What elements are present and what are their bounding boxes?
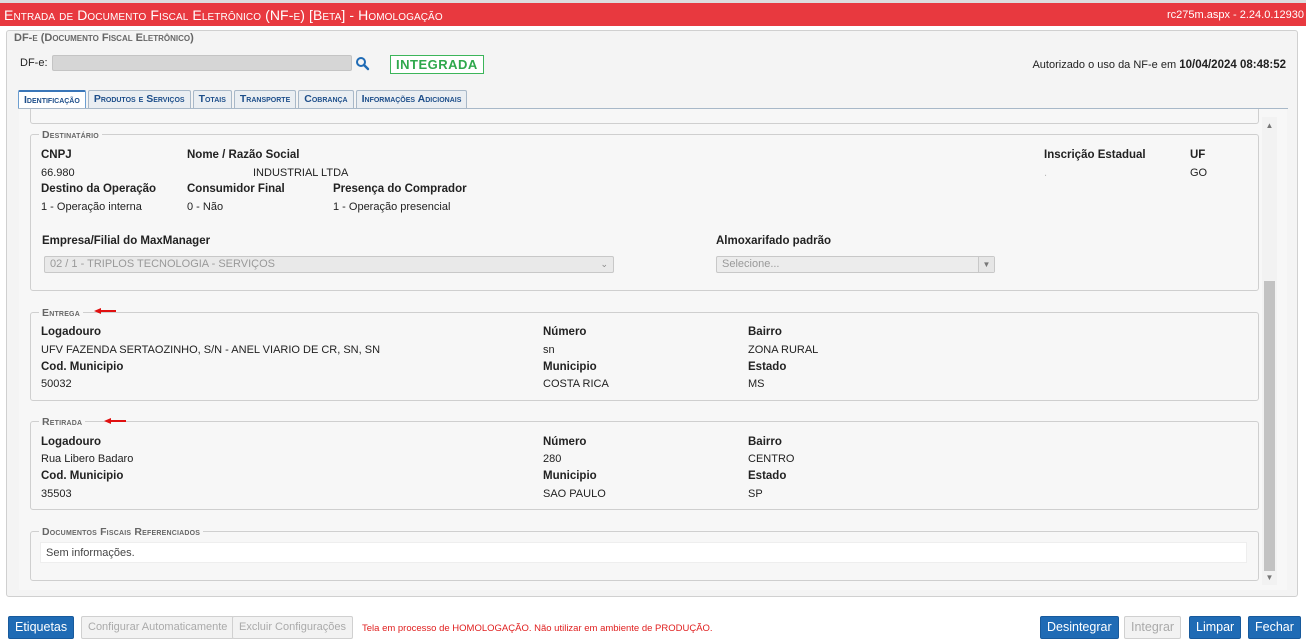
dfe-panel-legend: DF-e (Documento Fiscal Eletrônico)	[12, 32, 196, 44]
retirada-codmun-label: Cod. Municipio	[41, 470, 124, 482]
retirada-numero-value: 280	[543, 453, 562, 465]
dropdown-arrow-icon[interactable]: ▼	[978, 257, 994, 272]
entrega-estado-label: Estado	[748, 361, 787, 373]
presenca-comprador-label: Presença do Comprador	[333, 183, 467, 195]
almoxarifado-label: Almoxarifado padrão	[716, 235, 832, 247]
vertical-scrollbar[interactable]: ▲ ▼	[1262, 117, 1277, 585]
retirada-estado-value: SP	[748, 488, 763, 500]
tab-informacoes-adicionais[interactable]: Informações Adicionais	[355, 90, 468, 108]
inscricao-estadual-value: .	[1044, 167, 1048, 179]
consumidor-final-value: 0 - Não	[187, 201, 224, 213]
retirada-bairro-label: Bairro	[748, 436, 782, 448]
consumidor-final-label: Consumidor Final	[187, 183, 285, 195]
entrega-municipio-value: COSTA RICA	[543, 378, 609, 390]
empresa-filial-value: 02 / 1 - TRIPLOS TECNOLOGIA - SERVIÇOS	[50, 258, 275, 270]
chevron-down-icon: ⌄	[600, 259, 608, 269]
retirada-municipio-value: SAO PAULO	[543, 488, 606, 500]
fechar-button[interactable]: Fechar	[1248, 616, 1301, 639]
inscricao-estadual-label: Inscrição Estadual	[1044, 149, 1146, 161]
almoxarifado-placeholder: Selecione...	[722, 258, 780, 270]
retirada-estado-label: Estado	[748, 470, 787, 482]
dfe-label: DF-e:	[20, 57, 48, 69]
retirada-municipio-label: Municipio	[543, 470, 597, 482]
previous-section-edge	[30, 109, 1259, 124]
scroll-up-icon[interactable]: ▲	[1262, 119, 1277, 133]
desintegrar-button[interactable]: Desintegrar	[1040, 616, 1119, 639]
entrega-bairro-label: Bairro	[748, 326, 782, 338]
retirada-codmun-value: 35503	[41, 488, 72, 500]
tab-totais[interactable]: Totais	[192, 90, 232, 108]
referenciados-box	[40, 542, 1247, 563]
tab-cobranca[interactable]: Cobrança	[298, 90, 354, 108]
authorization-text: Autorizado o uso da NF-e em 10/04/2024 0…	[1032, 59, 1286, 71]
retirada-section	[30, 421, 1259, 510]
integrar-button[interactable]: Integrar	[1124, 616, 1182, 639]
destinatario-legend: Destinatário	[39, 129, 102, 141]
dfe-search-row: DF-e:	[20, 55, 370, 71]
authorization-prefix: Autorizado o uso da NF-e em	[1032, 59, 1180, 71]
entrega-numero-label: Número	[543, 326, 587, 338]
entrega-section	[30, 312, 1259, 401]
window-title: Entrada de Documento Fiscal Eletrônico (…	[4, 6, 443, 23]
tab-bar: Identificação Produtos e Serviços Totais…	[18, 90, 469, 109]
nome-label: Nome / Razão Social	[187, 149, 300, 161]
cnpj-label: CNPJ	[41, 149, 72, 161]
entrega-logradouro-label: Logadouro	[41, 326, 102, 338]
referenciados-empty-note: Sem informações.	[46, 547, 135, 559]
search-icon[interactable]	[354, 55, 370, 71]
configurar-automaticamente-button[interactable]: Configurar Automaticamente	[81, 616, 235, 639]
empresa-filial-select[interactable]: 02 / 1 - TRIPLOS TECNOLOGIA - SERVIÇOS ⌄	[44, 256, 614, 273]
authorization-datetime: 10/04/2024 08:48:52	[1179, 59, 1286, 71]
etiquetas-button[interactable]: Etiquetas	[8, 616, 75, 639]
retirada-bairro-value: CENTRO	[748, 453, 795, 465]
status-badge: INTEGRADA	[390, 55, 484, 74]
destino-operacao-value: 1 - Operação interna	[41, 201, 142, 213]
almoxarifado-select[interactable]: Selecione... ▼	[716, 256, 995, 273]
dfe-input[interactable]	[51, 55, 352, 71]
homologacao-warning: Tela em processo de HOMOLOGAÇÃO. Não uti…	[362, 623, 713, 634]
referenciados-legend: Documentos Fiscais Referenciados	[39, 526, 204, 538]
destino-operacao-label: Destino da Operação	[41, 183, 157, 195]
cnpj-value: 66.980	[41, 167, 75, 179]
retirada-logradouro-value: Rua Libero Badaro	[41, 453, 134, 465]
entrega-bairro-value: ZONA RURAL	[748, 344, 819, 356]
red-arrow-icon	[94, 308, 116, 314]
nome-value: INDUSTRIAL LTDA	[253, 167, 349, 179]
scroll-down-icon[interactable]: ▼	[1262, 571, 1277, 585]
excluir-configuracoes-button[interactable]: Excluir Configurações	[232, 616, 353, 639]
presenca-comprador-value: 1 - Operação presencial	[333, 201, 451, 213]
entrega-codmun-label: Cod. Municipio	[41, 361, 124, 373]
entrega-legend: Entrega	[39, 307, 83, 319]
tab-produtos-servicos[interactable]: Produtos e Serviços	[87, 90, 191, 108]
limpar-button[interactable]: Limpar	[1189, 616, 1242, 639]
retirada-numero-label: Número	[543, 436, 587, 448]
uf-label: UF	[1190, 149, 1206, 161]
window-title-bar: Entrada de Documento Fiscal Eletrônico (…	[0, 3, 1306, 26]
scroll-thumb[interactable]	[1264, 281, 1275, 571]
uf-value: GO	[1190, 167, 1208, 179]
entrega-municipio-label: Municipio	[543, 361, 597, 373]
entrega-estado-value: MS	[748, 378, 765, 390]
version-label: rc275m.aspx - 2.24.0.12930	[1167, 8, 1304, 21]
red-arrow-icon	[104, 418, 126, 424]
entrega-logradouro-value: UFV FAZENDA SERTAOZINHO, S/N - ANEL VIAR…	[41, 344, 381, 356]
entrega-numero-value: sn	[543, 344, 555, 356]
entrega-codmun-value: 50032	[41, 378, 72, 390]
tab-identificacao[interactable]: Identificação	[18, 90, 86, 109]
retirada-legend: Retirada	[39, 416, 86, 428]
tab-transporte[interactable]: Transporte	[233, 90, 297, 108]
empresa-filial-label: Empresa/Filial do MaxManager	[42, 235, 211, 247]
retirada-logradouro-label: Logadouro	[41, 436, 102, 448]
